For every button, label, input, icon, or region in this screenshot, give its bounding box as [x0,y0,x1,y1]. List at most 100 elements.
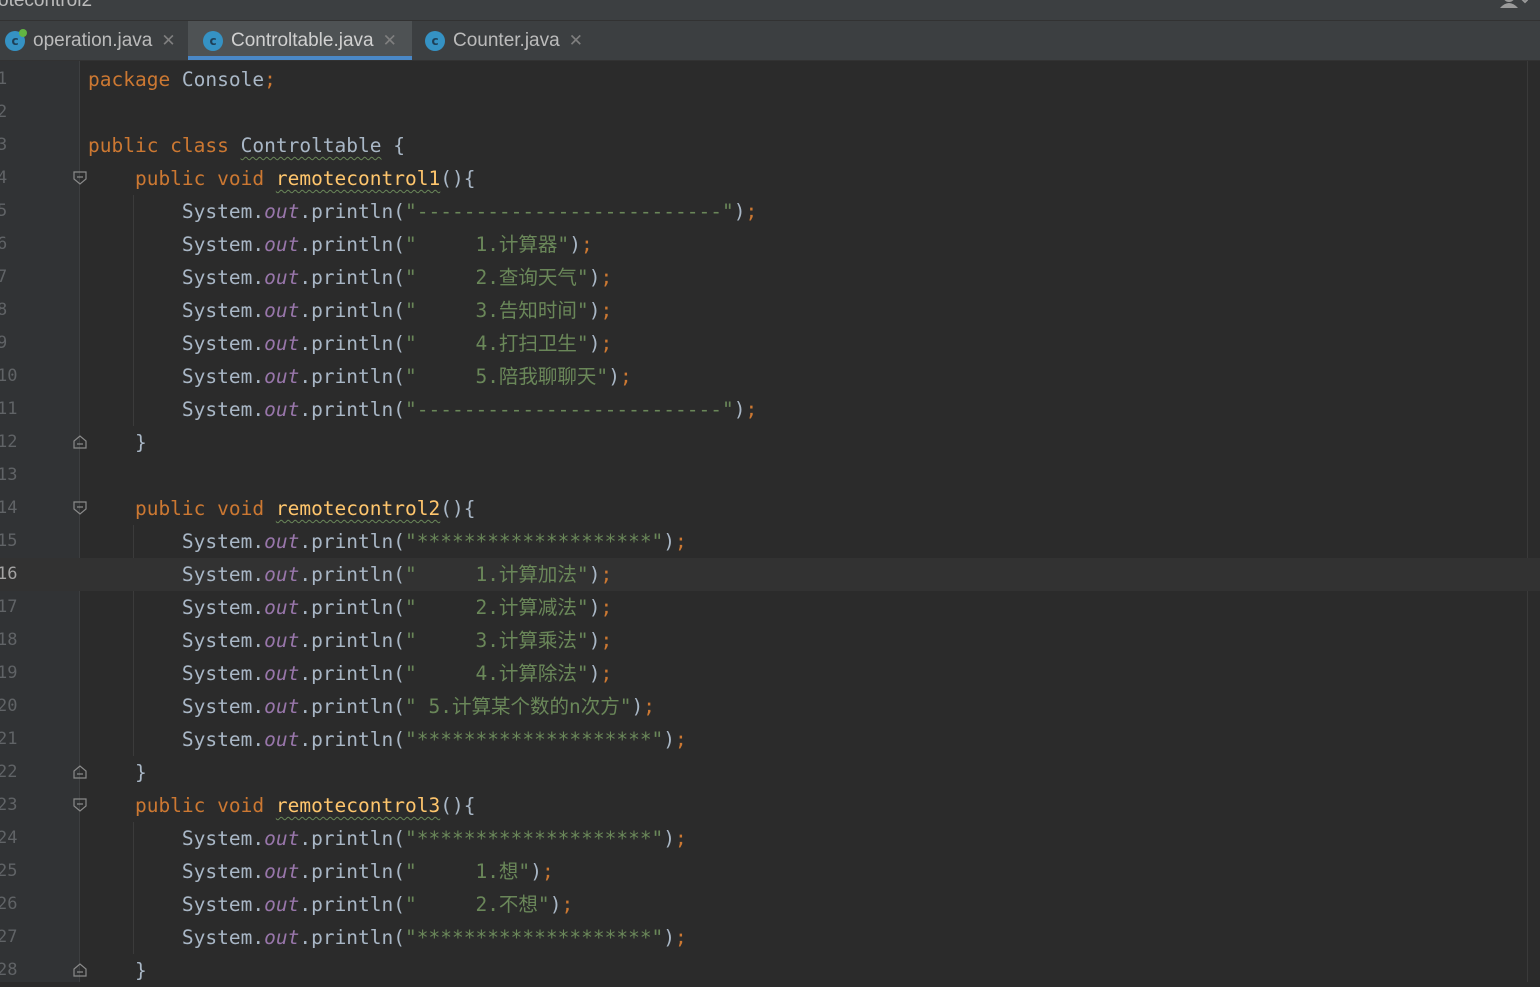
code-line[interactable]: 8 System.out.println(" 3.告知时间"); [0,294,1540,327]
tab-label: Counter.java [453,29,560,51]
line-number[interactable]: 16 [0,558,37,591]
code-text[interactable]: System.out.println(" 5.陪我聊聊天"); [88,360,632,393]
code-line[interactable]: 27 System.out.println("*****************… [0,921,1540,954]
code-line[interactable]: 13 [0,459,1540,492]
line-number[interactable]: 24 [0,822,37,855]
code-text[interactable]: System.out.println(" 4.计算除法"); [88,657,612,690]
code-line[interactable]: 10 System.out.println(" 5.陪我聊聊天"); [0,360,1540,393]
line-number[interactable]: 3 [0,129,37,162]
code-line[interactable]: 17 System.out.println(" 2.计算减法"); [0,591,1540,624]
code-line[interactable]: 15 System.out.println("*****************… [0,525,1540,558]
line-number[interactable]: 9 [0,327,37,360]
code-line[interactable]: 28 } [0,954,1540,987]
code-line[interactable]: 3 public class Controltable { [0,129,1540,162]
code-text[interactable]: } [88,426,147,459]
fold-close-icon[interactable] [73,765,87,779]
code-text[interactable]: System.out.println("--------------------… [88,393,757,426]
line-number[interactable]: 21 [0,723,37,756]
line-number[interactable]: 14 [0,492,37,525]
line-number[interactable]: 10 [0,360,37,393]
line-number[interactable]: 11 [0,393,37,426]
code-text[interactable]: System.out.println("********************… [88,525,687,558]
line-number[interactable]: 8 [0,294,37,327]
code-text[interactable]: System.out.println(" 3.告知时间"); [88,294,612,327]
code-text[interactable]: System.out.println(" 1.想"); [88,855,554,888]
code-text[interactable]: System.out.println("********************… [88,822,687,855]
code-line[interactable]: 25 System.out.println(" 1.想"); [0,855,1540,888]
code-text[interactable]: System.out.println(" 5.计算某个数的n次方"); [88,690,655,723]
fold-close-icon[interactable] [73,435,87,449]
code-token: .println( [299,200,406,223]
fold-close-icon[interactable] [73,963,87,977]
code-line[interactable]: 4 public void remotecontrol1(){ [0,162,1540,195]
user-account-icon[interactable] [1500,0,1528,8]
code-text[interactable]: } [88,954,147,987]
code-text[interactable]: System.out.println("--------------------… [88,195,757,228]
fold-open-icon[interactable] [73,501,87,515]
line-number[interactable]: 18 [0,624,37,657]
code-text[interactable]: public class Controltable { [88,129,405,162]
code-line[interactable]: 20 System.out.println(" 5.计算某个数的n次方"); [0,690,1540,723]
tab-counter-java[interactable]: c Counter.java ✕ [412,21,602,60]
code-text[interactable]: System.out.println(" 3.计算乘法"); [88,624,612,657]
code-line[interactable]: 24 System.out.println("*****************… [0,822,1540,855]
line-number[interactable]: 7 [0,261,37,294]
close-icon[interactable]: ✕ [161,31,175,51]
code-line[interactable]: 19 System.out.println(" 4.计算除法"); [0,657,1540,690]
line-number[interactable]: 23 [0,789,37,822]
line-number[interactable]: 4 [0,162,37,195]
line-number[interactable]: 6 [0,228,37,261]
code-line[interactable]: 12 } [0,426,1540,459]
line-number[interactable]: 28 [0,954,37,987]
code-text[interactable]: public void remotecontrol2(){ [88,492,476,525]
line-number[interactable]: 27 [0,921,37,954]
close-icon[interactable]: ✕ [569,31,583,51]
fold-open-icon[interactable] [73,798,87,812]
code-line[interactable]: 23 public void remotecontrol3(){ [0,789,1540,822]
code-text[interactable]: System.out.println(" 1.计算器"); [88,228,593,261]
code-line[interactable]: 6 System.out.println(" 1.计算器"); [0,228,1540,261]
code-text[interactable]: System.out.println(" 2.计算减法"); [88,591,612,624]
line-number[interactable]: 13 [0,459,37,492]
line-number[interactable]: 15 [0,525,37,558]
code-text[interactable]: package Console; [88,63,276,96]
fold-open-icon[interactable] [73,171,87,185]
code-text[interactable]: System.out.println(" 2.查询天气"); [88,261,612,294]
line-number[interactable]: 22 [0,756,37,789]
code-line[interactable]: 5 System.out.println("------------------… [0,195,1540,228]
line-number[interactable]: 12 [0,426,37,459]
code-line[interactable]: 1 package Console; [0,63,1540,96]
tab-operation-java[interactable]: c operation.java ✕ [0,21,186,60]
code-text[interactable]: System.out.println(" 2.不想"); [88,888,573,921]
code-line[interactable]: 2 [0,96,1540,129]
code-text[interactable]: System.out.println(" 4.打扫卫生"); [88,327,612,360]
code-text[interactable]: public void remotecontrol1(){ [88,162,476,195]
line-number[interactable]: 1 [0,63,37,96]
line-number[interactable]: 19 [0,657,37,690]
code-line[interactable]: 11 System.out.println("-----------------… [0,393,1540,426]
code-line[interactable]: 26 System.out.println(" 2.不想"); [0,888,1540,921]
code-line[interactable]: 22 } [0,756,1540,789]
code-line[interactable]: 7 System.out.println(" 2.查询天气"); [0,261,1540,294]
line-number[interactable]: 17 [0,591,37,624]
code-line[interactable]: 9 System.out.println(" 4.打扫卫生"); [0,327,1540,360]
code-text[interactable]: System.out.println(" 1.计算加法"); [88,558,612,591]
code-line[interactable]: 18 System.out.println(" 3.计算乘法"); [0,624,1540,657]
code-text[interactable]: public void remotecontrol3(){ [88,789,476,822]
code-token: (){ [440,167,476,190]
line-number[interactable]: 26 [0,888,37,921]
code-text[interactable]: System.out.println("********************… [88,921,687,954]
code-line[interactable]: 21 System.out.println("*****************… [0,723,1540,756]
close-icon[interactable]: ✕ [383,31,397,51]
tab-controltable-java[interactable]: c Controltable.java ✕ [188,21,412,60]
code-line[interactable]: 14 public void remotecontrol2(){ [0,492,1540,525]
line-number[interactable]: 5 [0,195,37,228]
code-editor[interactable]: 1 package Console; 2 3 public class Controlt… [0,61,1540,982]
code-line[interactable]: 16 System.out.println(" 1.计算加法"); [0,558,1540,591]
code-token: ) [608,365,620,388]
line-number[interactable]: 25 [0,855,37,888]
code-text[interactable]: System.out.println("********************… [88,723,687,756]
line-number[interactable]: 20 [0,690,37,723]
line-number[interactable]: 2 [0,96,37,129]
code-text[interactable]: } [88,756,147,789]
